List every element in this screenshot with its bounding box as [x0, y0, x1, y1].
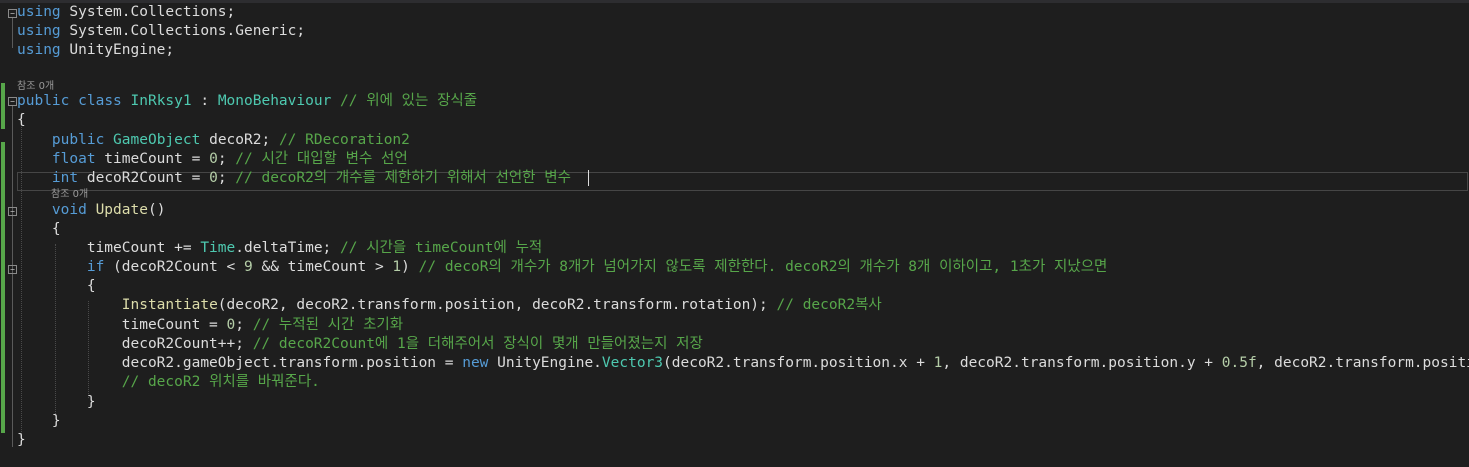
code-line[interactable]: decoR2Count++; // decoR2Count에 1을 더해주어서 … [0, 335, 1469, 354]
code-line[interactable]: decoR2.gameObject.transform.position = n… [0, 354, 1469, 373]
codelens-references[interactable]: 참조 0개 [51, 189, 88, 201]
code-token: Instantiate [121, 297, 218, 313]
code-token: UnityEngine; [60, 42, 175, 58]
code-token: && timeCount > [252, 259, 393, 275]
code-line[interactable]: { [0, 277, 1469, 296]
code-token: // decoR2의 개수를 제한하기 위해서 선언한 변수 [235, 170, 571, 186]
code-token: using [17, 42, 61, 58]
code-token: // 시간을 timeCount에 누적 [340, 240, 543, 256]
code-token: void [51, 202, 87, 218]
code-line[interactable]: { [0, 220, 1469, 239]
code-token: ; [217, 151, 236, 167]
code-line[interactable]: } [0, 412, 1469, 431]
code-token: (decoR2Count < [104, 259, 244, 275]
code-line[interactable]: public class InRksy1 : MonoBehaviour // … [0, 92, 1469, 111]
code-token: decoR2Count++; [17, 336, 253, 352]
code-token: class [78, 93, 122, 109]
code-token: (decoR2, decoR2.transform.position, deco… [217, 297, 777, 313]
code-token: GameObject [113, 132, 201, 148]
code-token: { [17, 112, 26, 128]
code-token: // 위에 있는 장식줄 [331, 93, 478, 109]
code-token: } [17, 413, 61, 429]
code-token: 0 [226, 317, 236, 333]
code-line[interactable]: Instantiate(decoR2, decoR2.transform.pos… [0, 296, 1469, 315]
code-token: public [51, 132, 105, 148]
code-line[interactable]: } [0, 393, 1469, 412]
code-token: 9 [244, 259, 253, 275]
code-token: ; [235, 317, 253, 333]
code-line[interactable]: timeCount += Time.deltaTime; // 시간을 time… [0, 239, 1469, 258]
code-token: 0 [209, 151, 218, 167]
code-token: System.Collections.Generic; [60, 23, 306, 39]
code-token: if [86, 259, 105, 275]
code-token: new [462, 355, 489, 371]
code-token: 1 [392, 259, 402, 275]
code-token: timeCount = [95, 151, 210, 167]
code-token: System.Collections; [60, 4, 236, 20]
code-line[interactable]: using System.Collections.Generic; [0, 22, 1469, 41]
code-line[interactable]: // decoR2 위치를 바꿔준다. [0, 373, 1469, 392]
code-token: decoR2; [200, 132, 279, 148]
code-token: using [17, 4, 61, 20]
code-token: // 시간 대입할 변수 선언 [235, 151, 408, 167]
code-token: : [191, 93, 218, 109]
code-token: } [17, 432, 26, 448]
code-token: 0 [209, 170, 218, 186]
code-line[interactable]: } [0, 431, 1469, 450]
code-token: // decoR2복사 [776, 297, 882, 313]
code-token: // RDecoration2 [278, 132, 410, 148]
code-token: Time [200, 240, 236, 256]
code-line[interactable]: public GameObject decoR2; // RDecoration… [0, 131, 1469, 150]
code-token: timeCount = [17, 317, 227, 333]
code-token: } [17, 394, 96, 410]
code-token: timeCount += [17, 240, 201, 256]
code-line[interactable]: { [0, 111, 1469, 130]
code-token: Update [95, 202, 148, 218]
text-cursor [588, 170, 589, 186]
code-line[interactable]: using UnityEngine; [0, 41, 1469, 60]
code-token: // decoR2Count에 1을 더해주어서 장식이 몇개 만들어졌는지 저… [252, 336, 703, 352]
code-token: int [51, 170, 79, 186]
code-token: Vector3 [601, 355, 664, 371]
code-token: UnityEngine. [488, 355, 602, 371]
code-token: ; [217, 170, 236, 186]
code-token: // decoR의 개수가 8개가 넘어가지 않도록 제한한다. decoR2의… [418, 259, 1108, 275]
code-token: public [17, 93, 70, 109]
code-token: // decoR2 위치를 바꿔준다. [121, 374, 320, 390]
code-token: , decoR2.transform.position.z); [1256, 355, 1469, 371]
code-token: decoR2.gameObject.transform.position = [17, 355, 463, 371]
code-token: ) [401, 259, 419, 275]
code-line[interactable]: int decoR2Count = 0; // decoR2의 개수를 제한하기… [0, 169, 1469, 188]
code-line[interactable]: float timeCount = 0; // 시간 대입할 변수 선언 [0, 150, 1469, 169]
code-token: InRksy1 [130, 93, 192, 109]
code-token: // 누적된 시간 초기화 [252, 317, 404, 333]
code-token: { [17, 221, 61, 237]
code-token: () [147, 202, 166, 218]
code-token: float [51, 151, 96, 167]
code-token: using [17, 23, 61, 39]
code-editor[interactable]: − − − − 참조 0개 참조 0개 using System.Collect… [0, 3, 1469, 467]
code-line[interactable]: using System.Collections; [0, 3, 1469, 22]
code-token: 0.5f [1221, 355, 1257, 371]
code-token: , decoR2.transform.position.y + [942, 355, 1222, 371]
code-line[interactable]: void Update() [0, 201, 1469, 220]
code-token: decoR2Count = [78, 170, 210, 186]
code-line[interactable]: timeCount = 0; // 누적된 시간 초기화 [0, 316, 1469, 335]
code-token: { [17, 278, 96, 294]
code-token: .deltaTime; [235, 240, 341, 256]
code-line[interactable]: if (decoR2Count < 9 && timeCount > 1) //… [0, 258, 1469, 277]
code-token: MonoBehaviour [217, 93, 332, 109]
code-token: (decoR2.transform.position.x + [663, 355, 934, 371]
